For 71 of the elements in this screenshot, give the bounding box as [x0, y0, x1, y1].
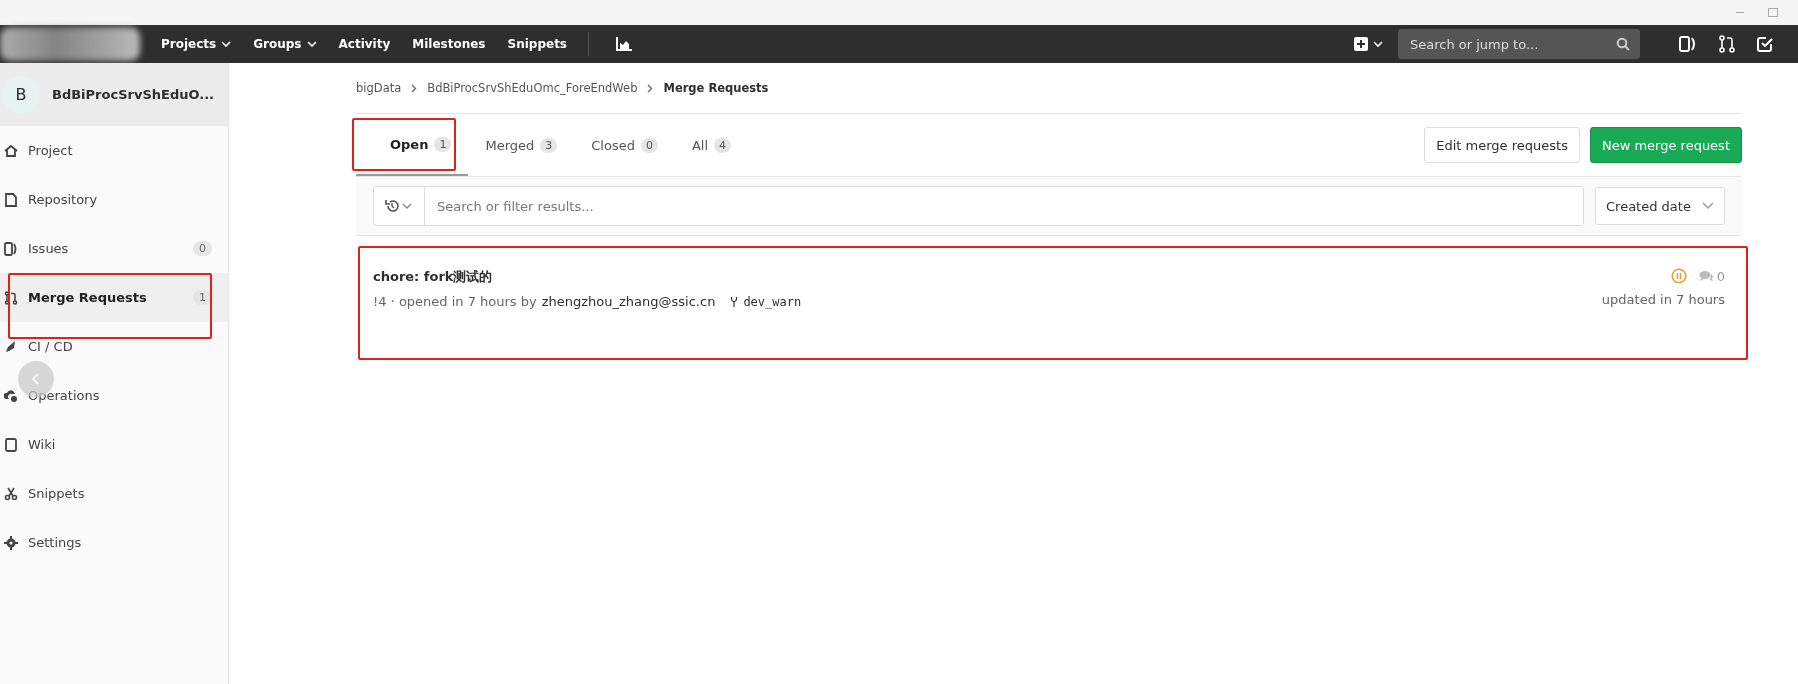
- doc-icon: [4, 192, 18, 207]
- nav-link[interactable]: Activity: [338, 37, 391, 51]
- search-icon: [1616, 37, 1630, 51]
- breadcrumb-link[interactable]: bigData: [356, 81, 402, 95]
- count-badge: 0: [640, 137, 658, 153]
- chevron-left-icon: [32, 373, 40, 385]
- project-header[interactable]: B BdBiProcSrvShEduO...: [0, 63, 228, 126]
- count-badge: 3: [540, 137, 558, 153]
- comments-icon: [1698, 270, 1714, 282]
- book-icon: [4, 437, 18, 452]
- tab-label: All: [691, 137, 709, 153]
- chevron-icon: [647, 83, 654, 93]
- sidebar-item[interactable]: Merge Requests 1: [0, 273, 228, 322]
- pause-status-icon: [1670, 268, 1687, 284]
- sidebar-item[interactable]: Settings: [0, 518, 228, 567]
- search-input[interactable]: Search or jump to...: [1408, 35, 1616, 53]
- count-badge: 0: [193, 241, 212, 256]
- sidebar-label: Wiki: [28, 437, 57, 452]
- tab-label: Closed: [591, 137, 635, 153]
- project-name: BdBiProcSrvShEduO...: [52, 87, 215, 102]
- updated-time: updated in 7 hours: [1601, 292, 1725, 307]
- nav-link[interactable]: Milestones: [412, 37, 486, 51]
- sidebar-label: Settings: [28, 535, 83, 550]
- sidebar-label: Project: [28, 143, 74, 158]
- tab[interactable]: Closed 0: [574, 114, 675, 176]
- cloud-icon: [4, 388, 18, 403]
- sidebar-label: Operations: [28, 388, 101, 403]
- sidebar-label: CI / CD: [28, 339, 74, 354]
- tab[interactable]: All 4: [674, 114, 749, 176]
- tab-label: Open: [390, 136, 429, 152]
- tab-label: Merged: [485, 137, 535, 153]
- caret-icon: [1702, 202, 1714, 210]
- merge-request-icon[interactable]: [1719, 35, 1735, 53]
- sidebar-item[interactable]: Issues 0: [0, 224, 228, 273]
- sidebar-item[interactable]: Wiki: [0, 420, 228, 469]
- count-badge: 4: [714, 137, 732, 153]
- sort-dropdown[interactable]: Created date: [1595, 187, 1725, 225]
- sidebar-item[interactable]: Snippets: [0, 469, 228, 518]
- scissors-icon: [4, 486, 18, 501]
- merge-request-title[interactable]: chore: fork测试的: [373, 268, 802, 286]
- merge-icon: [4, 290, 18, 305]
- chart-icon[interactable]: [616, 37, 632, 51]
- plus-icon[interactable]: [1354, 37, 1384, 51]
- sidebar-item[interactable]: Repository: [0, 175, 228, 224]
- todo-icon[interactable]: [1757, 36, 1773, 52]
- home-icon: [4, 143, 18, 158]
- nav-link[interactable]: Projects: [161, 37, 232, 51]
- branch-icon: [730, 296, 739, 307]
- history-icon: [385, 199, 413, 213]
- sidebar-label: Snippets: [28, 486, 86, 501]
- author-link[interactable]: zhengzhou_zhang@ssic.cn: [541, 294, 716, 309]
- issues-icon[interactable]: [1679, 36, 1697, 52]
- nav-link[interactable]: Groups: [253, 37, 317, 51]
- merge-request-meta: !4 · opened in 7 hours by: [373, 294, 537, 309]
- search-field[interactable]: Search or jump to...: [1398, 29, 1640, 59]
- sidebar-label: Repository: [28, 192, 99, 207]
- nav-link[interactable]: Snippets: [507, 37, 567, 51]
- branch-name: dev_warn: [743, 294, 802, 309]
- tab[interactable]: Merged 3: [468, 114, 575, 176]
- edit-merge-requests-button[interactable]: Edit merge requests: [1424, 127, 1580, 163]
- sidebar-item[interactable]: CI / CD: [0, 322, 228, 371]
- project-avatar: B: [2, 75, 40, 114]
- breadcrumb-link[interactable]: BdBiProcSrvShEduOmc_ForeEndWeb: [427, 81, 638, 95]
- sidebar-label: Issues: [28, 241, 70, 256]
- sidebar-item[interactable]: Operations: [0, 371, 228, 420]
- count-badge: 1: [434, 136, 452, 152]
- breadcrumb-link[interactable]: Merge Requests: [663, 81, 769, 95]
- chevron-icon: [411, 83, 418, 93]
- sidebar-item[interactable]: Project: [0, 126, 228, 175]
- issues-icon: [4, 241, 18, 256]
- sidebar-label: Merge Requests: [28, 290, 148, 305]
